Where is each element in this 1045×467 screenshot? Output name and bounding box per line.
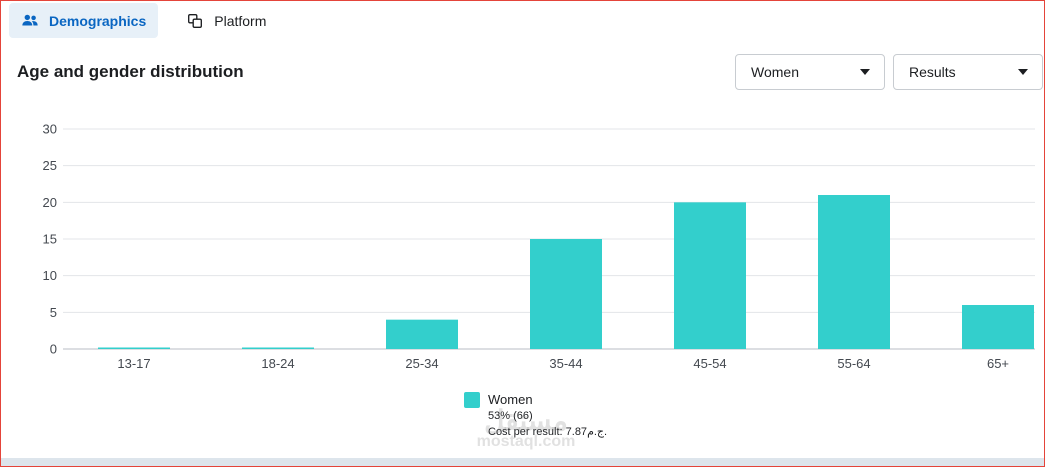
x-tick-label: 13-17	[117, 356, 150, 371]
y-tick-label: 0	[50, 342, 57, 357]
bar-13-17	[98, 347, 170, 349]
y-tick-label: 20	[43, 195, 57, 210]
x-tick-label: 35-44	[549, 356, 582, 371]
legend-text: Women 53% (66) Cost per result: 7.87ج.م.	[488, 392, 607, 438]
legend-series-name: Women	[488, 392, 533, 407]
metric-dropdown-value: Results	[909, 64, 956, 80]
bar-chart: 0 5 10 15 20 25 30 13-17 18-24 25-34 35-44 45-54 55-…	[43, 122, 1035, 371]
y-tick-label: 15	[43, 232, 57, 247]
x-tick-label: 65+	[987, 356, 1009, 371]
gender-dropdown-value: Women	[751, 64, 799, 80]
x-tick-label: 25-34	[405, 356, 438, 371]
legend-swatch	[464, 392, 480, 408]
y-tick-label: 5	[50, 305, 57, 320]
x-tick-label: 55-64	[837, 356, 870, 371]
y-tick-label: 30	[43, 122, 57, 137]
legend-cost: Cost per result: 7.87ج.م.	[488, 426, 608, 438]
chart-legend: Women 53% (66) Cost per result: 7.87ج.م.	[464, 392, 607, 438]
bar-25-34	[386, 319, 458, 349]
bar-35-44	[530, 239, 602, 349]
x-tick-label: 18-24	[261, 356, 294, 371]
y-tick-label: 25	[43, 158, 57, 173]
y-tick-label: 10	[43, 268, 57, 283]
bar-55-64	[818, 195, 890, 349]
legend-share: 53% (66)	[488, 410, 533, 422]
platform-icon	[186, 12, 204, 30]
tab-demographics[interactable]: Demographics	[9, 3, 159, 38]
bottom-scroll-strip	[1, 458, 1044, 466]
metric-dropdown[interactable]: Results	[893, 54, 1043, 90]
caret-down-icon	[1018, 69, 1028, 75]
tab-bar: Demographics Platform	[9, 3, 278, 38]
bar-65+	[962, 305, 1034, 349]
tab-platform[interactable]: Platform	[164, 3, 278, 38]
x-tick-label: 45-54	[693, 356, 726, 371]
people-icon	[21, 12, 39, 30]
tab-demographics-label: Demographics	[49, 12, 147, 29]
section-title: Age and gender distribution	[17, 62, 244, 81]
caret-down-icon	[860, 69, 870, 75]
gender-dropdown[interactable]: Women	[735, 54, 885, 90]
bar-18-24	[242, 347, 314, 349]
bar-45-54	[674, 202, 746, 349]
tab-platform-label: Platform	[214, 12, 267, 29]
